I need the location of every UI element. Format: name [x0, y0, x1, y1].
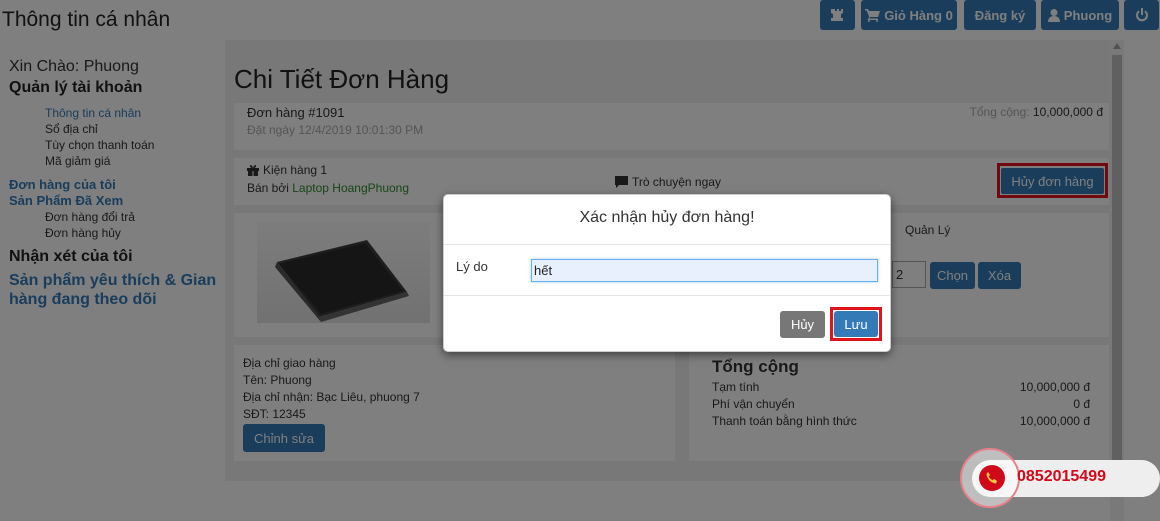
phone-icon[interactable] [979, 465, 1005, 491]
hotline-number[interactable]: 0852015499 [1017, 468, 1106, 486]
modal-cancel-button[interactable]: Hủy [780, 311, 825, 338]
save-highlight: Lưu [830, 307, 882, 341]
modal-divider [444, 244, 890, 245]
modal-title: Xác nhận hủy đơn hàng! [579, 209, 755, 226]
reason-input[interactable] [531, 259, 878, 282]
cancel-order-modal: Xác nhận hủy đơn hàng! Lý do Hủy Lưu [443, 194, 891, 352]
reason-label: Lý do [456, 259, 488, 274]
modal-save-button[interactable]: Lưu [834, 311, 878, 337]
modal-divider [444, 295, 890, 296]
